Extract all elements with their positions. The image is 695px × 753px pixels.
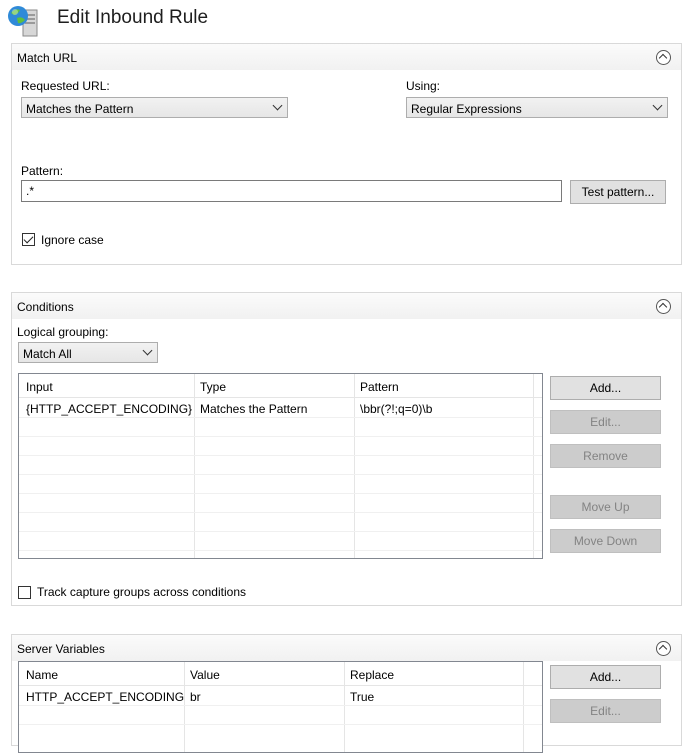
- column-header-replace[interactable]: Replace: [350, 668, 394, 682]
- column-header-pattern[interactable]: Pattern: [360, 380, 399, 394]
- server-variables-title: Server Variables: [17, 642, 105, 656]
- match-url-title: Match URL: [17, 51, 78, 65]
- track-capture-checkbox[interactable]: [18, 586, 31, 599]
- test-pattern-button[interactable]: Test pattern...: [570, 180, 666, 204]
- using-label: Using:: [406, 79, 441, 93]
- add-server-variable-button[interactable]: Add...: [550, 665, 661, 689]
- server-variables-table[interactable]: Name Value Replace HTTP_ACCEPT_ENCODING …: [18, 661, 543, 753]
- pattern-label: Pattern:: [21, 164, 64, 178]
- column-header-input[interactable]: Input: [26, 380, 53, 394]
- match-url-header: Match URL: [12, 44, 681, 70]
- using-select[interactable]: Regular Expressions: [406, 97, 668, 118]
- column-header-name[interactable]: Name: [26, 668, 58, 682]
- using-value: Regular Expressions: [411, 102, 522, 116]
- edit-server-variable-button[interactable]: Edit...: [550, 699, 661, 723]
- track-capture-label: Track capture groups across conditions: [37, 585, 246, 599]
- move-down-button[interactable]: Move Down: [550, 529, 661, 553]
- move-up-button[interactable]: Move Up: [550, 495, 661, 519]
- requested-url-label: Requested URL:: [21, 79, 110, 93]
- cell-name: HTTP_ACCEPT_ENCODING: [26, 690, 185, 704]
- match-url-panel: Match URL Requested URL: Matches the Pat…: [11, 43, 682, 265]
- ignore-case-checkbox[interactable]: [22, 233, 35, 246]
- chevron-up-circle-icon[interactable]: [656, 50, 671, 65]
- column-header-value[interactable]: Value: [190, 668, 220, 682]
- page-title: Edit Inbound Rule: [57, 7, 209, 28]
- logical-grouping-label: Logical grouping:: [17, 325, 109, 339]
- chevron-down-icon: [272, 100, 283, 111]
- add-condition-button[interactable]: Add...: [550, 376, 661, 400]
- requested-url-select[interactable]: Matches the Pattern: [21, 97, 288, 118]
- cell-value: br: [190, 690, 201, 704]
- edit-condition-button[interactable]: Edit...: [550, 410, 661, 434]
- requested-url-value: Matches the Pattern: [26, 102, 134, 116]
- server-variables-header: Server Variables: [12, 635, 681, 661]
- ignore-case-label: Ignore case: [41, 233, 104, 247]
- logical-grouping-value: Match All: [23, 347, 72, 361]
- conditions-panel: Conditions Logical grouping: Match All I…: [11, 292, 682, 606]
- column-header-type[interactable]: Type: [200, 380, 226, 394]
- chevron-down-icon: [652, 100, 663, 111]
- remove-condition-button[interactable]: Remove: [550, 444, 661, 468]
- cell-replace: True: [350, 690, 375, 704]
- table-row[interactable]: {HTTP_ACCEPT_ENCODING} Matches the Patte…: [19, 398, 533, 417]
- conditions-title: Conditions: [17, 300, 74, 314]
- globe-server-icon: [6, 4, 42, 38]
- cell-pattern: \bbr(?!;q=0)\b: [360, 402, 433, 416]
- conditions-header: Conditions: [12, 293, 681, 319]
- cell-type: Matches the Pattern: [200, 402, 308, 416]
- chevron-down-icon: [142, 345, 153, 356]
- logical-grouping-select[interactable]: Match All: [18, 342, 158, 363]
- table-row[interactable]: HTTP_ACCEPT_ENCODING br True: [19, 686, 523, 705]
- server-variables-panel: Server Variables Name Value Replace HTTP…: [11, 634, 682, 753]
- chevron-up-circle-icon[interactable]: [656, 299, 671, 314]
- chevron-up-circle-icon[interactable]: [656, 641, 671, 656]
- pattern-input[interactable]: [21, 180, 562, 202]
- cell-input: {HTTP_ACCEPT_ENCODING}: [26, 402, 193, 416]
- conditions-table[interactable]: Input Type Pattern {HTTP_ACCEPT_ENCODING…: [18, 373, 543, 559]
